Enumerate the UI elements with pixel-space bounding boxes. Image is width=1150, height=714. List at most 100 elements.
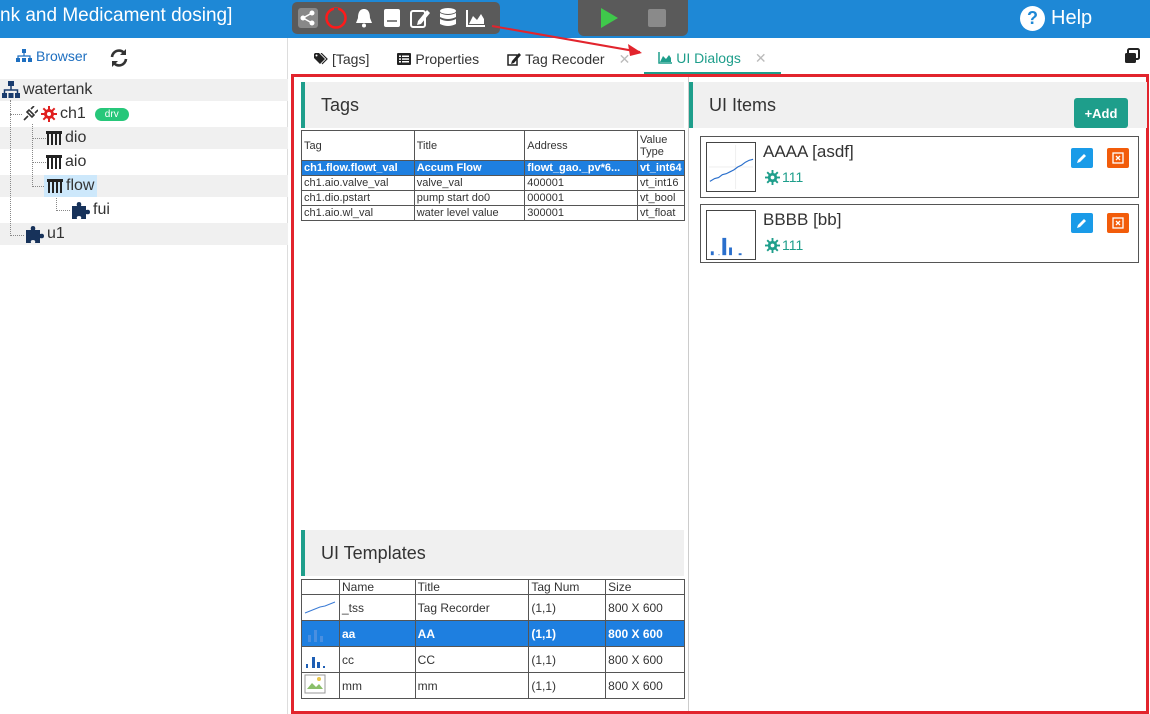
area-chart-icon bbox=[658, 52, 673, 64]
io-module-icon bbox=[47, 179, 63, 193]
help-label: Help bbox=[1051, 7, 1093, 29]
line-chart-icon bbox=[304, 601, 336, 614]
toolbar bbox=[292, 2, 500, 34]
column-header: Address bbox=[524, 130, 638, 161]
tab-label: Properties bbox=[415, 51, 480, 67]
tree-label: watertank bbox=[23, 81, 93, 98]
name-cell: _tss bbox=[338, 594, 416, 621]
tags-icon bbox=[314, 53, 328, 65]
size-cell: 800 X 600 bbox=[605, 672, 685, 699]
title-cell: mm bbox=[414, 672, 530, 699]
table-row[interactable]: ch1.aio.valve_val valve_val 400001 vt_in… bbox=[301, 175, 685, 191]
tree-line bbox=[32, 162, 46, 163]
tags-header: Tags bbox=[301, 82, 684, 128]
close-icon[interactable]: ✕ bbox=[755, 50, 767, 67]
tree-label: dio bbox=[65, 129, 87, 146]
edit-button[interactable] bbox=[1071, 213, 1093, 233]
sitemap-icon bbox=[2, 81, 20, 98]
tree-label: u1 bbox=[47, 225, 65, 242]
database-icon[interactable] bbox=[436, 6, 460, 30]
puzzle-icon bbox=[72, 202, 90, 219]
template-thumbnail bbox=[301, 672, 340, 699]
title-cell: water level value bbox=[413, 205, 526, 221]
close-box-icon bbox=[1112, 217, 1124, 229]
template-thumbnail bbox=[301, 646, 340, 673]
panel-divider bbox=[688, 77, 689, 711]
table-row[interactable]: ch1.aio.wl_val water level value 300001 … bbox=[301, 205, 685, 221]
section-title: UI Items bbox=[709, 94, 777, 115]
tree-node-u1[interactable]: u1 bbox=[24, 223, 65, 245]
tag-cell: ch1.flow.flowt_val bbox=[301, 160, 415, 176]
column-header: Title bbox=[413, 130, 526, 161]
area-chart-icon[interactable] bbox=[464, 6, 488, 30]
add-button[interactable]: +Add bbox=[1074, 98, 1128, 128]
column-header: Size bbox=[605, 579, 685, 595]
tab-label: [Tags] bbox=[332, 51, 370, 67]
delete-button[interactable] bbox=[1107, 148, 1129, 168]
tagnum-cell: (1,1) bbox=[528, 672, 607, 699]
broken-image-icon bbox=[304, 674, 326, 694]
tab-ui-dialogs[interactable]: UI Dialogs ✕ bbox=[644, 44, 781, 74]
tree-node-dio[interactable]: dio bbox=[46, 127, 86, 149]
edit-button[interactable] bbox=[1071, 148, 1093, 168]
table-row[interactable]: mm mm (1,1) 800 X 600 bbox=[301, 672, 685, 699]
ui-item-card[interactable]: BBBB [bb] 111 bbox=[700, 204, 1139, 263]
edit-icon[interactable] bbox=[408, 6, 432, 30]
gear-icon bbox=[765, 169, 780, 185]
window-restore-icon[interactable] bbox=[1124, 48, 1140, 64]
io-module-icon bbox=[46, 155, 62, 169]
tagnum-cell: (1,1) bbox=[528, 646, 607, 673]
browser-tab[interactable]: Browser bbox=[16, 48, 87, 64]
table-row[interactable]: ch1.flow.flowt_val Accum Flow flowt_gao.… bbox=[301, 160, 685, 176]
table-row[interactable]: ch1.dio.pstart pump start do0 000001 vt_… bbox=[301, 190, 685, 206]
size-cell: 800 X 600 bbox=[605, 646, 685, 673]
tab-label: UI Dialogs bbox=[676, 50, 741, 66]
tree-line bbox=[10, 235, 24, 236]
type-cell: vt_int16 bbox=[637, 175, 685, 191]
pencil-icon bbox=[1077, 219, 1086, 228]
tree-line bbox=[10, 114, 22, 115]
question-icon: ? bbox=[1020, 6, 1045, 31]
column-header: Title bbox=[414, 579, 530, 595]
refresh-icon[interactable] bbox=[108, 47, 130, 69]
tab-properties[interactable]: Properties bbox=[383, 44, 493, 74]
tree-row-fui bbox=[0, 199, 288, 221]
help-button[interactable]: ? Help bbox=[1020, 6, 1092, 31]
tree-node-aio[interactable]: aio bbox=[46, 151, 86, 173]
tree-line bbox=[32, 124, 33, 187]
bell-icon[interactable] bbox=[352, 6, 376, 30]
tree-line bbox=[32, 138, 46, 139]
ui-item-card[interactable]: AAAA [asdf] 111 bbox=[700, 136, 1139, 198]
ui-dialogs-panel: Tags Tag Title Address Value Type ch1.fl… bbox=[291, 74, 1149, 714]
table-row[interactable]: aa AA (1,1) 800 X 600 bbox=[301, 620, 685, 647]
tab-tags[interactable]: [Tags] bbox=[300, 44, 383, 74]
app-title: nk and Medicament dosing] bbox=[0, 5, 233, 26]
book-icon[interactable] bbox=[380, 6, 404, 30]
item-title: AAAA [asdf] bbox=[763, 142, 854, 161]
type-cell: vt_bool bbox=[637, 190, 685, 206]
bar-chart-icon bbox=[306, 657, 325, 668]
title-cell: Tag Recorder bbox=[414, 594, 530, 621]
table-row[interactable]: cc CC (1,1) 800 X 600 bbox=[301, 646, 685, 673]
gear-icon bbox=[41, 106, 57, 122]
tag-cell: ch1.dio.pstart bbox=[301, 190, 415, 206]
share-icon[interactable] bbox=[296, 6, 320, 30]
tree-node-flow[interactable]: flow bbox=[44, 175, 98, 197]
table-row[interactable]: _tss Tag Recorder (1,1) 800 X 600 bbox=[301, 594, 685, 621]
sitemap-icon bbox=[16, 49, 32, 62]
power-icon[interactable] bbox=[324, 6, 348, 30]
tree-node-ch1[interactable]: ch1 drv bbox=[22, 103, 129, 125]
tree-line bbox=[56, 210, 70, 211]
column-header: Name bbox=[338, 579, 416, 595]
browser-label: Browser bbox=[36, 48, 88, 64]
browser-panel: Browser watertank ch1 drv dio aio flow f… bbox=[0, 38, 288, 714]
delete-button[interactable] bbox=[1107, 213, 1129, 233]
column-header bbox=[301, 579, 340, 595]
tree-node-fui[interactable]: fui bbox=[70, 199, 110, 221]
tree-node-watertank[interactable]: watertank bbox=[2, 79, 92, 101]
tree-label: ch1 bbox=[60, 105, 86, 122]
gear-icon bbox=[765, 237, 780, 253]
tagnum-cell: (1,1) bbox=[528, 594, 607, 621]
size-cell: 800 X 600 bbox=[605, 620, 685, 647]
column-header: Value Type bbox=[637, 130, 685, 161]
